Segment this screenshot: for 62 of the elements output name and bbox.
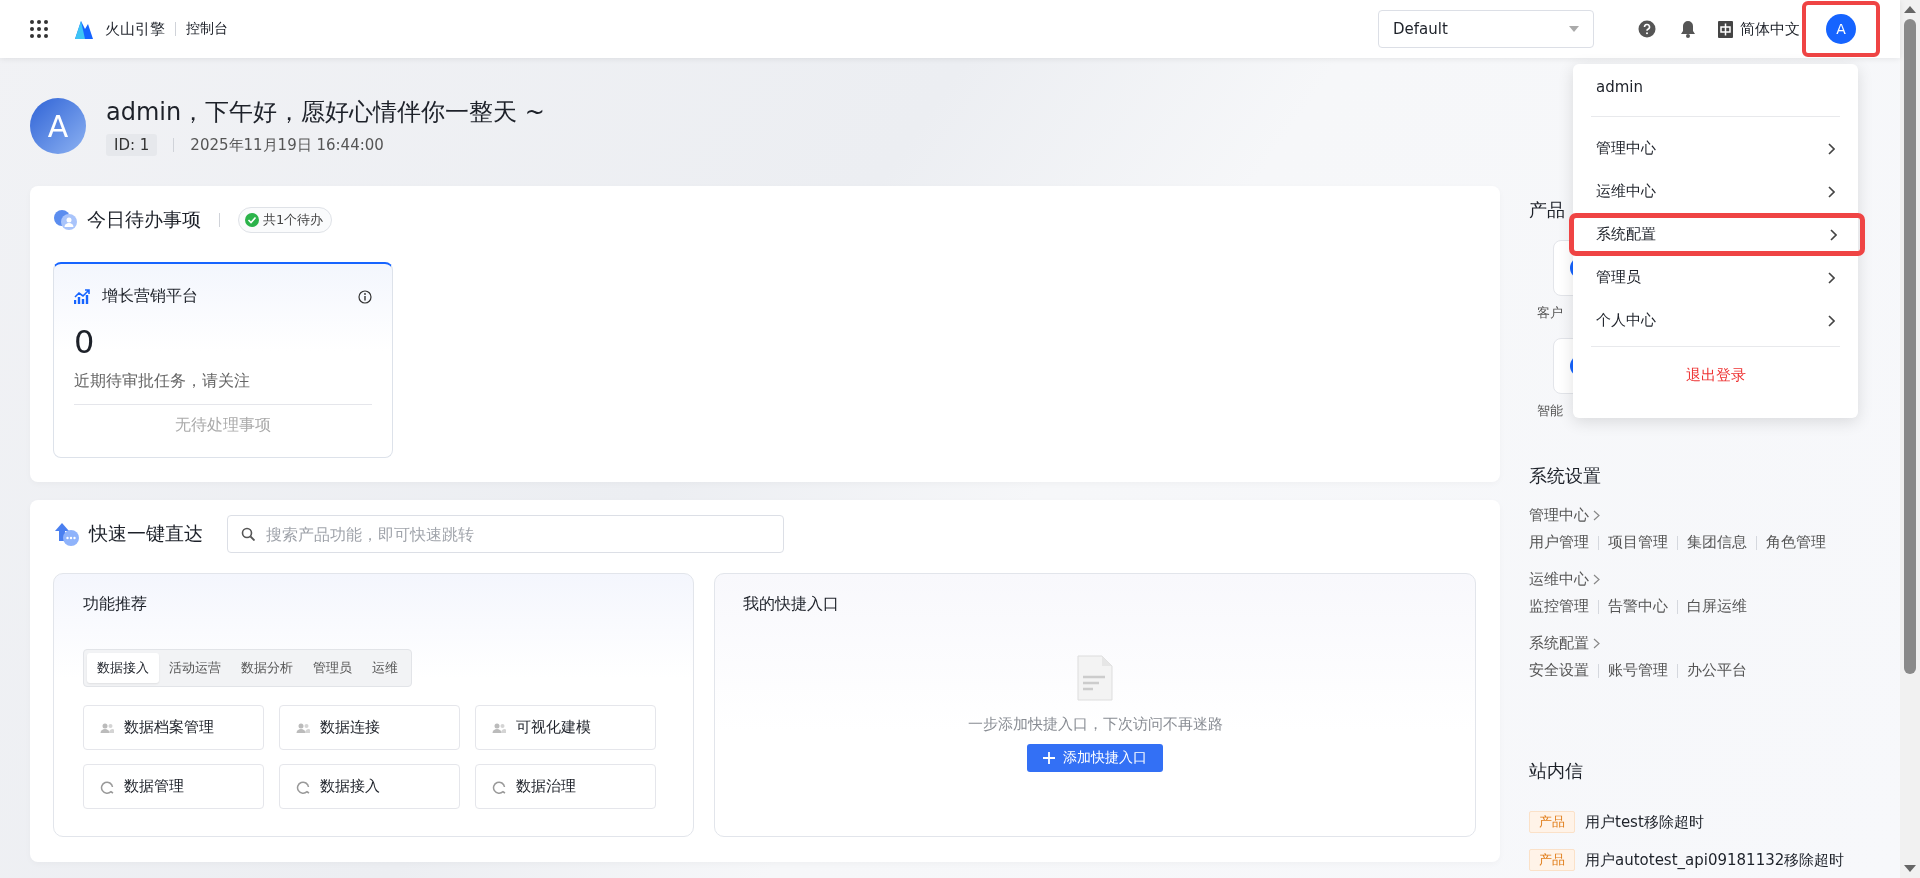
product-label: 智能 (1537, 402, 1564, 420)
group-link[interactable]: 管理中心 (1529, 506, 1600, 525)
section-title: 产品 (1529, 198, 1566, 222)
feature-item[interactable]: 数据档案管理 (83, 705, 264, 750)
panel-title: 功能推荐 (83, 594, 148, 615)
username: admin (1595, 77, 1644, 98)
panel-title: 我的快捷入口 (743, 594, 840, 615)
menu-item[interactable]: 管理员 (1591, 256, 1840, 299)
greeting-text: admin，下午好，愿好心情伴你一整天 ~ (106, 97, 545, 128)
date-time: 2025年11月19日 16:44:00 (190, 135, 384, 155)
tab[interactable]: 活动运营 (159, 653, 231, 683)
tab[interactable]: 数据接入 (87, 653, 159, 683)
todo-card[interactable]: 增长营销平台 0 近期待审批任务，请关注 无待处理事项 (53, 262, 393, 458)
language-menu[interactable]: 简体中文 (1718, 19, 1800, 39)
console-label: 控制台 (186, 20, 228, 38)
settings-link[interactable]: 安全设置 (1529, 661, 1589, 680)
empty-message: 一步添加快捷入口，下次访问不再迷路 (967, 715, 1223, 734)
section-title: 系统设置 (1529, 464, 1602, 488)
workspace-select[interactable]: Default (1378, 10, 1594, 48)
menu-item[interactable]: 管理中心 (1591, 127, 1840, 170)
settings-link[interactable]: 告警中心 (1608, 597, 1668, 616)
badge-text: 共1个待办 (263, 211, 324, 229)
settings-link[interactable]: 办公平台 (1687, 661, 1747, 680)
id-badge: ID: 1 (106, 134, 158, 156)
tag: 产品 (1529, 849, 1575, 871)
feature-item[interactable]: 数据管理 (83, 764, 264, 809)
user-avatar: A (30, 98, 86, 154)
settings-link[interactable]: 用户管理 (1529, 533, 1589, 552)
feature-item[interactable]: 可视化建模 (475, 705, 656, 750)
settings-link[interactable]: 白屏运维 (1687, 597, 1747, 616)
empty-status-text: 无待处理事项 (174, 415, 272, 436)
feature-item[interactable]: 数据接入 (279, 764, 460, 809)
product-label: 客户 (1537, 304, 1564, 322)
settings-link[interactable]: 监控管理 (1529, 597, 1589, 616)
settings-link[interactable]: 项目管理 (1608, 533, 1668, 552)
message-link[interactable]: 用户test移除超时 (1585, 812, 1704, 832)
section-title: 今日待办事项 (87, 207, 201, 232)
user-avatar[interactable]: A (1826, 14, 1856, 44)
tag: 产品 (1529, 811, 1575, 833)
settings-link[interactable]: 角色管理 (1766, 533, 1826, 552)
group-link[interactable]: 系统配置 (1529, 634, 1600, 653)
tab[interactable]: 运维 (362, 653, 408, 683)
menu-item[interactable]: 系统配置 (1591, 218, 1842, 251)
count-value: 0 (74, 323, 96, 361)
card-title: 增长营销平台 (102, 286, 198, 307)
tab[interactable]: 数据分析 (231, 653, 303, 683)
menu-item[interactable]: 运维中心 (1591, 170, 1840, 213)
settings-link[interactable]: 集团信息 (1687, 533, 1747, 552)
feature-item[interactable]: 数据连接 (279, 705, 460, 750)
card-description: 近期待审批任务，请关注 (74, 371, 372, 405)
search-field[interactable]: 搜索产品功能，即可快速跳转 (227, 515, 784, 553)
brand-name: 火山引擎 (105, 19, 165, 39)
logout-button[interactable]: 退出登录 (1591, 353, 1840, 397)
feature-item[interactable]: 数据治理 (475, 764, 656, 809)
section-title: 站内信 (1529, 759, 1584, 783)
message-link[interactable]: 用户autotest_api09181132移除超时 (1585, 850, 1845, 870)
menu-item[interactable]: 个人中心 (1591, 299, 1840, 342)
add-shortcut-button[interactable]: 添加快捷入口 (1027, 744, 1163, 772)
group-link[interactable]: 运维中心 (1529, 570, 1600, 589)
settings-link[interactable]: 账号管理 (1608, 661, 1668, 680)
tab[interactable]: 管理员 (303, 653, 362, 683)
section-title: 快速一键直达 (89, 521, 203, 546)
